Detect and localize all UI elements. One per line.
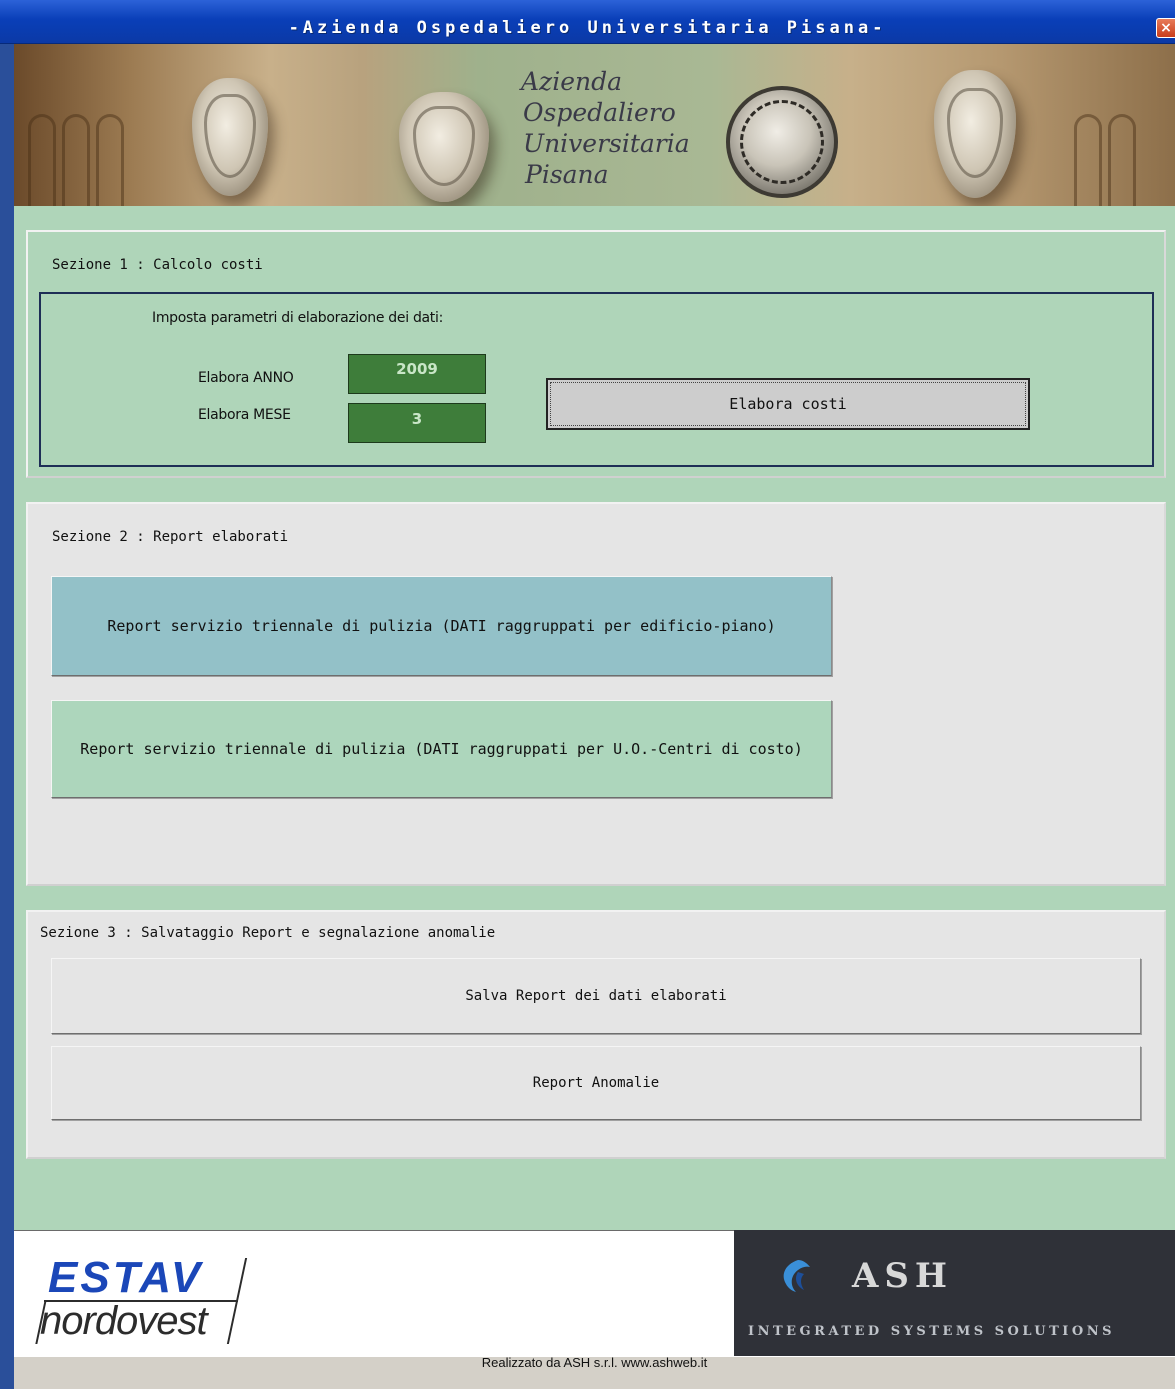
- section2-title: Sezione 2 : Report elaborati: [52, 529, 289, 545]
- section-salvataggio: [26, 910, 1166, 1159]
- header-banner: Azienda Ospedaliero Universitaria Pisana: [14, 44, 1175, 206]
- anno-label: Elabora ANNO: [198, 370, 294, 386]
- arch-decoration: [1108, 114, 1136, 206]
- coat-of-arms-left-icon: [192, 78, 268, 196]
- ash-tagline: INTEGRATED SYSTEMS SOLUTIONS: [748, 1324, 1115, 1339]
- close-icon[interactable]: ×: [1156, 18, 1175, 38]
- university-seal-icon: [726, 86, 838, 198]
- report-uo-centri-costo-button[interactable]: Report servizio triennale di pulizia (DA…: [51, 700, 832, 798]
- arch-decoration: [1074, 114, 1102, 206]
- ash-logo: ASH: [852, 1256, 954, 1296]
- report-anomalie-button[interactable]: Report Anomalie: [51, 1046, 1141, 1120]
- window-title: -Azienda Ospedaliero Universitaria Pisan…: [288, 18, 887, 38]
- coat-of-arms-right-icon: [934, 70, 1016, 198]
- section1-title: Sezione 1 : Calcolo costi: [52, 257, 263, 273]
- estav-logo-top: ESTAV: [48, 1253, 204, 1302]
- section3-title: Sezione 3 : Salvataggio Report e segnala…: [40, 925, 496, 941]
- report-edificio-piano-button[interactable]: Report servizio triennale di pulizia (DA…: [51, 576, 832, 676]
- banner-logo-text: Azienda Ospedaliero Universitaria Pisana: [521, 67, 690, 189]
- arch-decoration: [62, 114, 90, 206]
- credits-text: Realizzato da ASH s.r.l. www.ashweb.it: [481, 1355, 708, 1370]
- mese-label: Elabora MESE: [198, 407, 291, 423]
- ash-swoosh-icon: [783, 1260, 810, 1292]
- salva-report-button[interactable]: Salva Report dei dati elaborati: [51, 958, 1141, 1034]
- hospital-crest-icon: [399, 92, 489, 202]
- section-report-elaborati: [26, 502, 1166, 886]
- params-label: Imposta parametri di elaborazione dei da…: [152, 310, 444, 326]
- arch-decoration: [28, 114, 56, 206]
- elabora-costi-button[interactable]: Elabora costi: [546, 378, 1030, 430]
- anno-field[interactable]: 2009: [348, 354, 486, 394]
- mese-field[interactable]: 3: [348, 403, 486, 443]
- arch-decoration: [96, 114, 124, 206]
- estav-logo-bottom: nordovest: [40, 1299, 208, 1343]
